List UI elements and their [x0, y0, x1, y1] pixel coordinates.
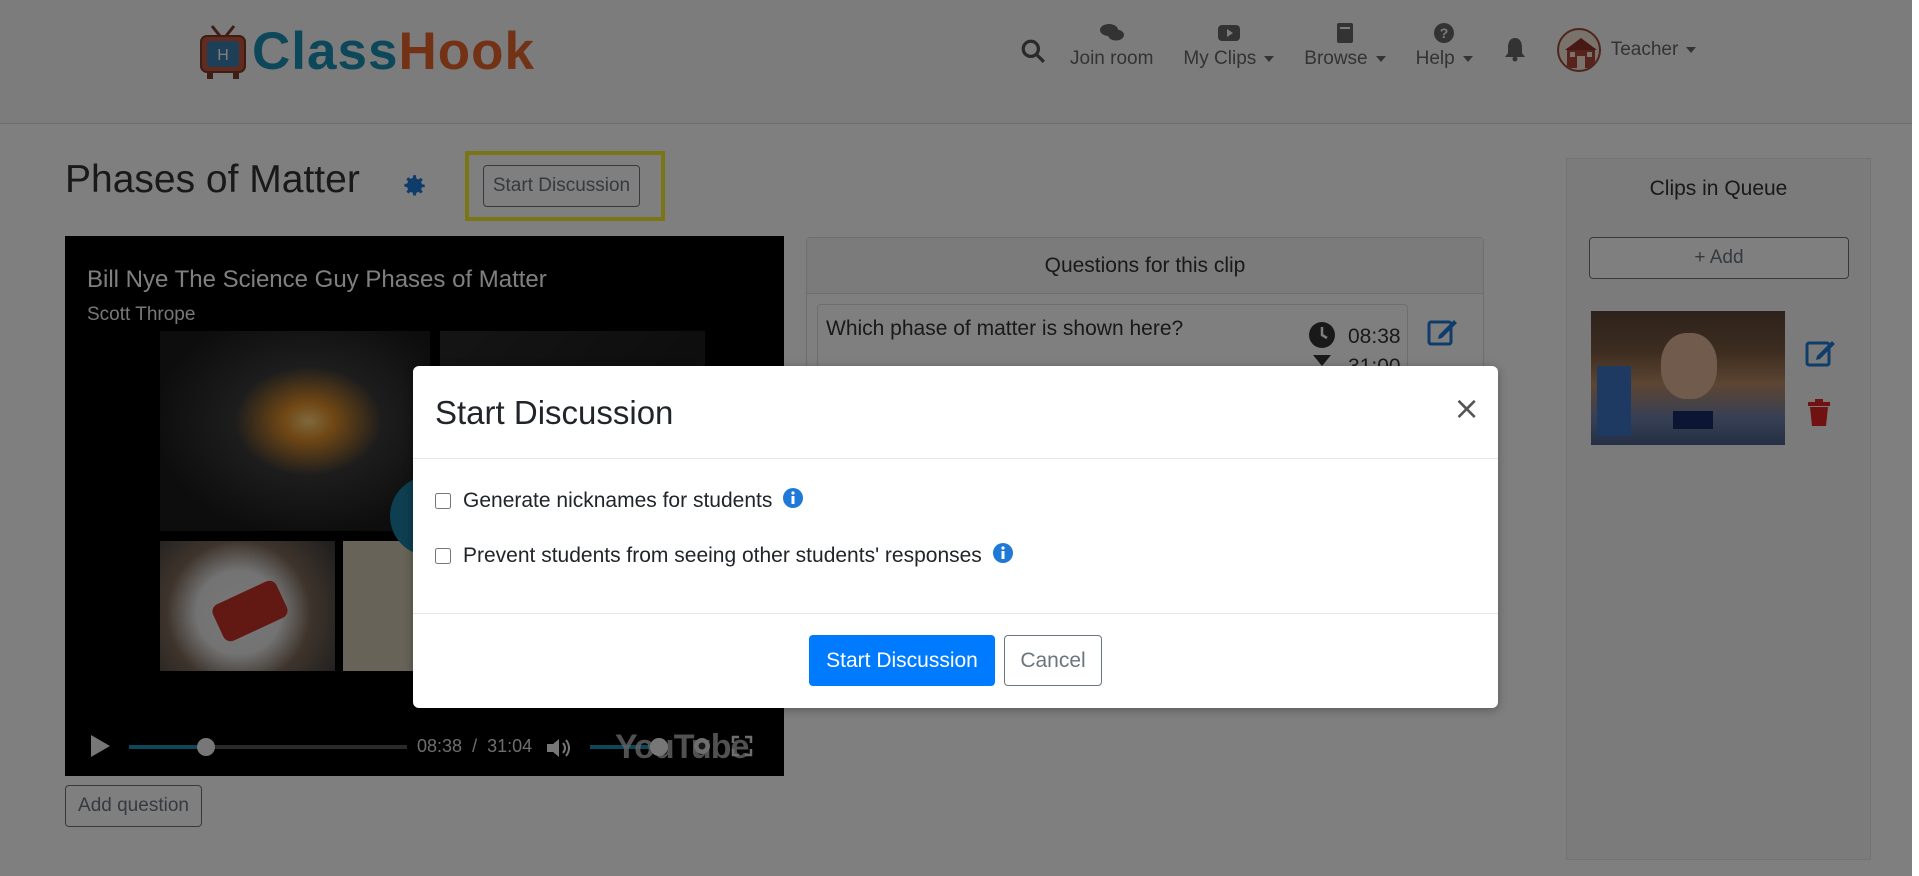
modal-body: Generate nicknames for students Prevent … [413, 459, 1498, 614]
option-nicknames[interactable]: Generate nicknames for students [435, 487, 804, 515]
confirm-start-discussion-button[interactable]: Start Discussion [809, 635, 995, 686]
option-hide-responses-label: Prevent students from seeing other stude… [463, 544, 982, 567]
option-hide-responses[interactable]: Prevent students from seeing other stude… [435, 542, 1014, 570]
page-edge [1912, 0, 1919, 876]
modal-footer: Start Discussion Cancel [413, 614, 1498, 708]
hide-responses-checkbox[interactable] [435, 548, 451, 564]
info-icon[interactable] [992, 542, 1014, 570]
start-discussion-modal: Start Discussion × Generate nicknames fo… [413, 366, 1498, 708]
cancel-button[interactable]: Cancel [1004, 635, 1102, 686]
info-icon[interactable] [782, 487, 804, 515]
option-nicknames-label: Generate nicknames for students [463, 489, 773, 512]
close-button[interactable]: × [1453, 392, 1480, 424]
nicknames-checkbox[interactable] [435, 493, 451, 509]
modal-title: Start Discussion [435, 394, 674, 431]
modal-header: Start Discussion × [413, 366, 1498, 459]
